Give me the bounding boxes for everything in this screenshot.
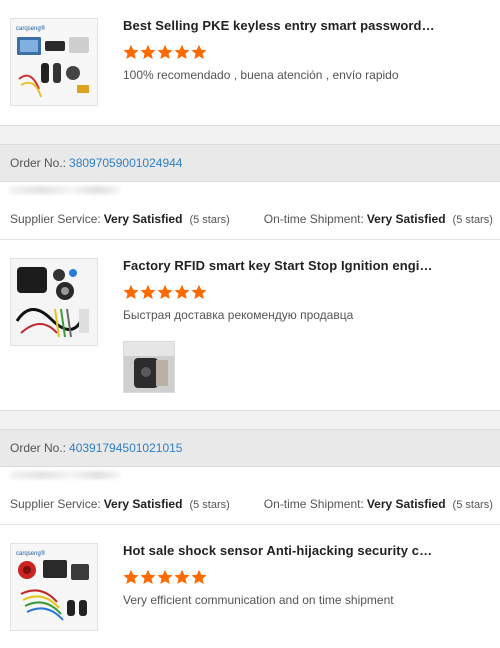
supplier-service-stars: (5 stars) [189, 214, 230, 226]
thumb-brand: carqseng® [16, 25, 46, 32]
on-time-shipment-label: On-time Shipment: [263, 497, 364, 511]
star-icon [123, 569, 139, 584]
seller-name-redacted [0, 467, 500, 484]
order-number-link[interactable]: 38097059001024944 [69, 156, 182, 170]
review-text: 100% recomendado , buena atención , enví… [123, 68, 399, 82]
star-icon [123, 284, 139, 299]
customer-photo-image [124, 342, 174, 392]
order-ratings: Supplier Service: Very Satisfied (5 star… [0, 199, 500, 240]
on-time-shipment-stars: (5 stars) [452, 214, 493, 226]
rating-stars [123, 284, 207, 300]
review-item-3: carqseng® Hot sale shock sensor Anti-hij… [0, 525, 500, 645]
section-separator [0, 125, 500, 145]
section-separator [0, 410, 500, 430]
product-thumbnail[interactable]: carqseng® [10, 18, 98, 106]
seller-name-redacted [0, 182, 500, 199]
product-title[interactable]: Factory RFID smart key Start Stop Igniti… [123, 258, 433, 273]
star-icon [140, 569, 156, 584]
order-header: Order No.: 40391794501021015 [0, 430, 500, 467]
star-icon [191, 284, 207, 299]
rating-stars [123, 569, 207, 585]
star-icon [140, 44, 156, 59]
review-text: Very efficient communication and on time… [123, 593, 394, 607]
star-icon [157, 44, 173, 59]
product-title[interactable]: Best Selling PKE keyless entry smart pas… [123, 18, 435, 33]
product-thumbnail[interactable]: carqseng® [10, 543, 98, 631]
supplier-service-stars: (5 stars) [189, 499, 230, 511]
star-icon [191, 44, 207, 59]
on-time-shipment-rating: On-time Shipment: Very Satisfied (5 star… [264, 497, 493, 511]
star-icon [174, 44, 190, 59]
order-number-label: Order No.: [10, 156, 67, 170]
product-thumbnail[interactable] [10, 258, 98, 346]
review-text: Быстрая доставка рекомендую продавца [123, 308, 354, 322]
star-icon [157, 284, 173, 299]
supplier-service-value: Very Satisfied [103, 497, 183, 511]
star-icon [174, 569, 190, 584]
supplier-service-value: Very Satisfied [103, 212, 183, 226]
on-time-shipment-label: On-time Shipment: [263, 212, 364, 226]
on-time-shipment-stars: (5 stars) [452, 499, 493, 511]
review-photo[interactable] [123, 341, 175, 393]
order-ratings: Supplier Service: Very Satisfied (5 star… [0, 484, 500, 525]
car-alarm-kit-image: carqseng® [11, 19, 97, 105]
review-item-2: Factory RFID smart key Start Stop Igniti… [0, 240, 500, 410]
order-number-link[interactable]: 40391794501021015 [69, 441, 182, 455]
on-time-shipment-value: Very Satisfied [366, 497, 446, 511]
thumb-brand: carqseng® [16, 550, 46, 557]
supplier-service-label: Supplier Service: [10, 212, 101, 226]
supplier-service-rating: Supplier Service: Very Satisfied (5 star… [10, 497, 230, 511]
shock-sensor-kit-image: carqseng® [11, 544, 97, 630]
star-icon [174, 284, 190, 299]
star-icon [191, 569, 207, 584]
rfid-start-stop-kit-image [11, 259, 97, 345]
rating-stars [123, 44, 207, 60]
star-icon [123, 44, 139, 59]
on-time-shipment-value: Very Satisfied [366, 212, 446, 226]
supplier-service-rating: Supplier Service: Very Satisfied (5 star… [10, 212, 230, 226]
product-title[interactable]: Hot sale shock sensor Anti-hijacking sec… [123, 543, 432, 558]
supplier-service-label: Supplier Service: [10, 497, 101, 511]
review-item-1: carqseng® Best Selling PKE keyless entry… [0, 0, 500, 125]
order-header: Order No.: 38097059001024944 [0, 145, 500, 182]
star-icon [157, 569, 173, 584]
star-icon [140, 284, 156, 299]
on-time-shipment-rating: On-time Shipment: Very Satisfied (5 star… [264, 212, 493, 226]
order-number-label: Order No.: [10, 441, 67, 455]
